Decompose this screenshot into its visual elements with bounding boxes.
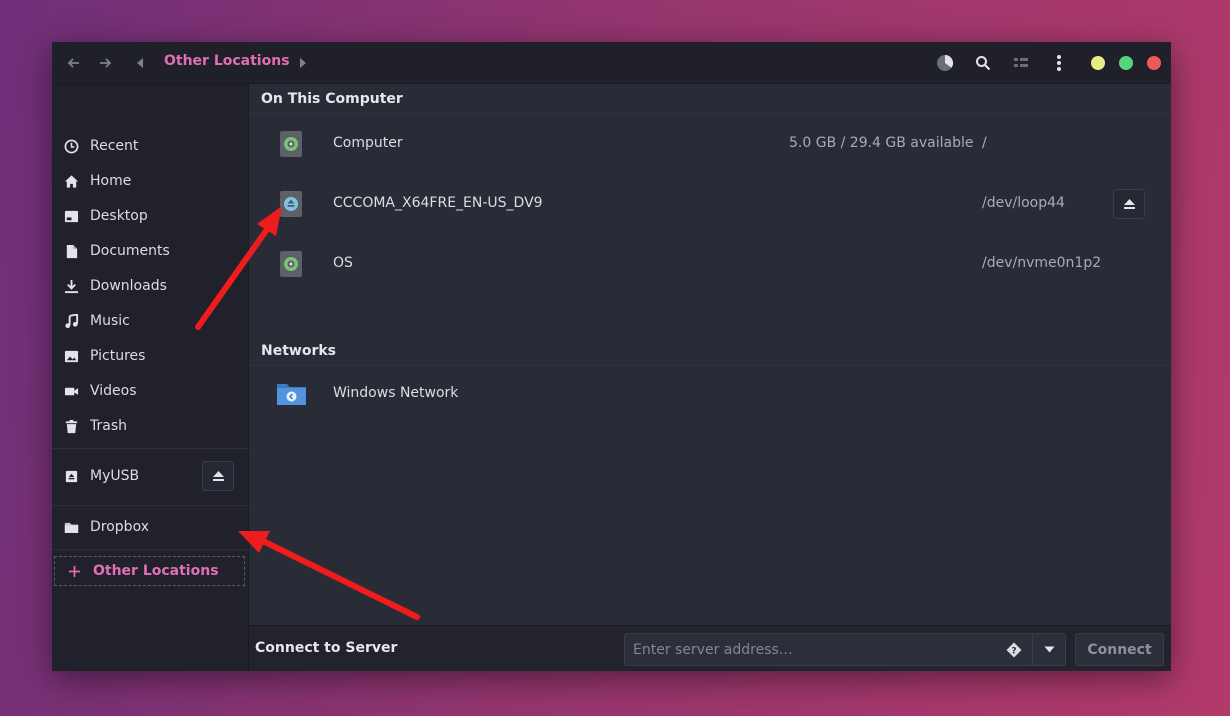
location-name: CCCOMA_X64FRE_EN-US_DV9 bbox=[333, 195, 543, 211]
sidebar-item-label: Documents bbox=[90, 243, 170, 259]
location-row-os[interactable]: OS /dev/nvme0n1p2 bbox=[249, 234, 1171, 294]
svg-text:?: ? bbox=[1011, 647, 1016, 657]
trash-icon bbox=[65, 419, 77, 433]
myusb-eject-button[interactable] bbox=[202, 461, 234, 491]
location-row-computer[interactable]: Computer 5.0 GB / 29.4 GB available / bbox=[249, 114, 1171, 174]
location-available-space: 5.0 GB / 29.4 GB available bbox=[789, 135, 974, 151]
sidebar-item-recent[interactable]: Recent bbox=[52, 131, 249, 161]
menu-button[interactable] bbox=[1048, 52, 1070, 74]
document-icon bbox=[66, 244, 77, 258]
connect-button[interactable]: Connect bbox=[1075, 633, 1164, 666]
sidebar-item-other-locations[interactable]: Other Locations bbox=[54, 556, 245, 586]
sidebar-item-label: Dropbox bbox=[90, 519, 149, 535]
minimize-button[interactable] bbox=[1091, 56, 1105, 70]
maximize-button[interactable] bbox=[1119, 56, 1133, 70]
sidebar-separator bbox=[52, 448, 249, 449]
sidebar-item-label: Trash bbox=[90, 418, 127, 434]
sidebar-item-trash[interactable]: Trash bbox=[52, 411, 249, 441]
chevron-right-icon bbox=[300, 58, 306, 68]
sidebar-item-label: Desktop bbox=[90, 208, 148, 224]
sidebar-item-desktop[interactable]: Desktop bbox=[52, 201, 249, 231]
path-scroll-left-button[interactable] bbox=[129, 52, 151, 74]
eject-icon bbox=[212, 471, 224, 481]
location-name: Windows Network bbox=[333, 385, 459, 401]
sidebar-item-videos[interactable]: Videos bbox=[52, 376, 249, 406]
sidebar-item-label: MyUSB bbox=[90, 468, 140, 484]
forward-button[interactable] bbox=[94, 52, 116, 74]
sidebar-item-label: Pictures bbox=[90, 348, 146, 364]
section-header-on-this-computer: On This Computer bbox=[249, 84, 1171, 114]
hard-disk-icon bbox=[280, 251, 302, 277]
sidebar-item-label: Other Locations bbox=[93, 563, 219, 579]
section-header-networks: Networks bbox=[249, 336, 1171, 366]
folder-icon bbox=[64, 522, 78, 533]
arrow-right-icon bbox=[100, 58, 112, 68]
plus-icon bbox=[68, 565, 80, 577]
hard-disk-icon bbox=[280, 131, 302, 157]
sidebar-separator bbox=[52, 505, 249, 506]
list-view-icon bbox=[1014, 58, 1028, 67]
pie-progress-icon bbox=[937, 54, 954, 71]
home-icon bbox=[64, 174, 78, 188]
header-bar: Other Locations bbox=[52, 42, 1171, 84]
kebab-menu-icon bbox=[1057, 55, 1061, 71]
sidebar-item-label: Videos bbox=[90, 383, 137, 399]
optical-disc-icon bbox=[280, 191, 302, 217]
back-button[interactable] bbox=[63, 52, 85, 74]
sidebar-item-downloads[interactable]: Downloads bbox=[52, 271, 249, 301]
connect-to-server-label: Connect to Server bbox=[255, 640, 398, 656]
sidebar: Recent Home Desktop Documents Downloads … bbox=[52, 84, 249, 671]
location-row-cccoma[interactable]: CCCOMA_X64FRE_EN-US_DV9 /dev/loop44 bbox=[249, 174, 1171, 234]
chevron-down-icon bbox=[1044, 646, 1054, 653]
main-content: On This Computer Computer 5.0 GB / 29.4 … bbox=[249, 84, 1171, 625]
location-path: /dev/nvme0n1p2 bbox=[982, 255, 1102, 271]
cccoma-eject-button[interactable] bbox=[1113, 189, 1145, 219]
close-button[interactable] bbox=[1147, 56, 1161, 70]
sidebar-item-music[interactable]: Music bbox=[52, 306, 249, 336]
sidebar-separator bbox=[52, 549, 249, 550]
usb-drive-icon bbox=[65, 470, 77, 482]
clock-icon bbox=[64, 139, 78, 153]
operations-progress-button[interactable] bbox=[934, 52, 956, 74]
download-icon bbox=[64, 279, 78, 293]
arrow-left-icon bbox=[67, 58, 79, 68]
help-diamond-icon[interactable]: ? bbox=[1006, 642, 1022, 658]
music-icon bbox=[64, 313, 78, 328]
location-name: Computer bbox=[333, 135, 403, 151]
sidebar-item-label: Recent bbox=[90, 138, 139, 154]
sidebar-item-label: Downloads bbox=[90, 278, 167, 294]
network-folder-icon bbox=[277, 384, 306, 405]
sidebar-item-documents[interactable]: Documents bbox=[52, 236, 249, 266]
picture-icon bbox=[64, 350, 78, 362]
sidebar-item-home[interactable]: Home bbox=[52, 166, 249, 196]
location-row-windows-network[interactable]: Windows Network bbox=[249, 364, 1171, 424]
eject-icon bbox=[1123, 199, 1135, 209]
search-button[interactable] bbox=[972, 52, 994, 74]
file-manager-window: Other Locations Recent Home Desktop Docu… bbox=[52, 42, 1171, 671]
desktop-icon bbox=[64, 210, 78, 222]
breadcrumb-current[interactable]: Other Locations bbox=[164, 53, 290, 69]
location-path: / bbox=[982, 135, 987, 151]
location-name: OS bbox=[333, 255, 353, 271]
connect-to-server-bar: Connect to Server ? Connect bbox=[249, 625, 1171, 671]
recent-servers-dropdown-button[interactable] bbox=[1033, 633, 1066, 666]
server-address-input[interactable] bbox=[624, 633, 1033, 666]
chevron-left-icon bbox=[137, 58, 143, 68]
path-scroll-right-button[interactable] bbox=[292, 52, 314, 74]
sidebar-item-label: Home bbox=[90, 173, 132, 189]
sidebar-item-dropbox[interactable]: Dropbox bbox=[52, 512, 249, 542]
video-camera-icon bbox=[64, 387, 78, 395]
location-path: /dev/loop44 bbox=[982, 195, 1065, 211]
sidebar-item-pictures[interactable]: Pictures bbox=[52, 341, 249, 371]
search-icon bbox=[976, 56, 991, 71]
view-toggle-button[interactable] bbox=[1010, 52, 1032, 74]
sidebar-item-label: Music bbox=[90, 313, 130, 329]
